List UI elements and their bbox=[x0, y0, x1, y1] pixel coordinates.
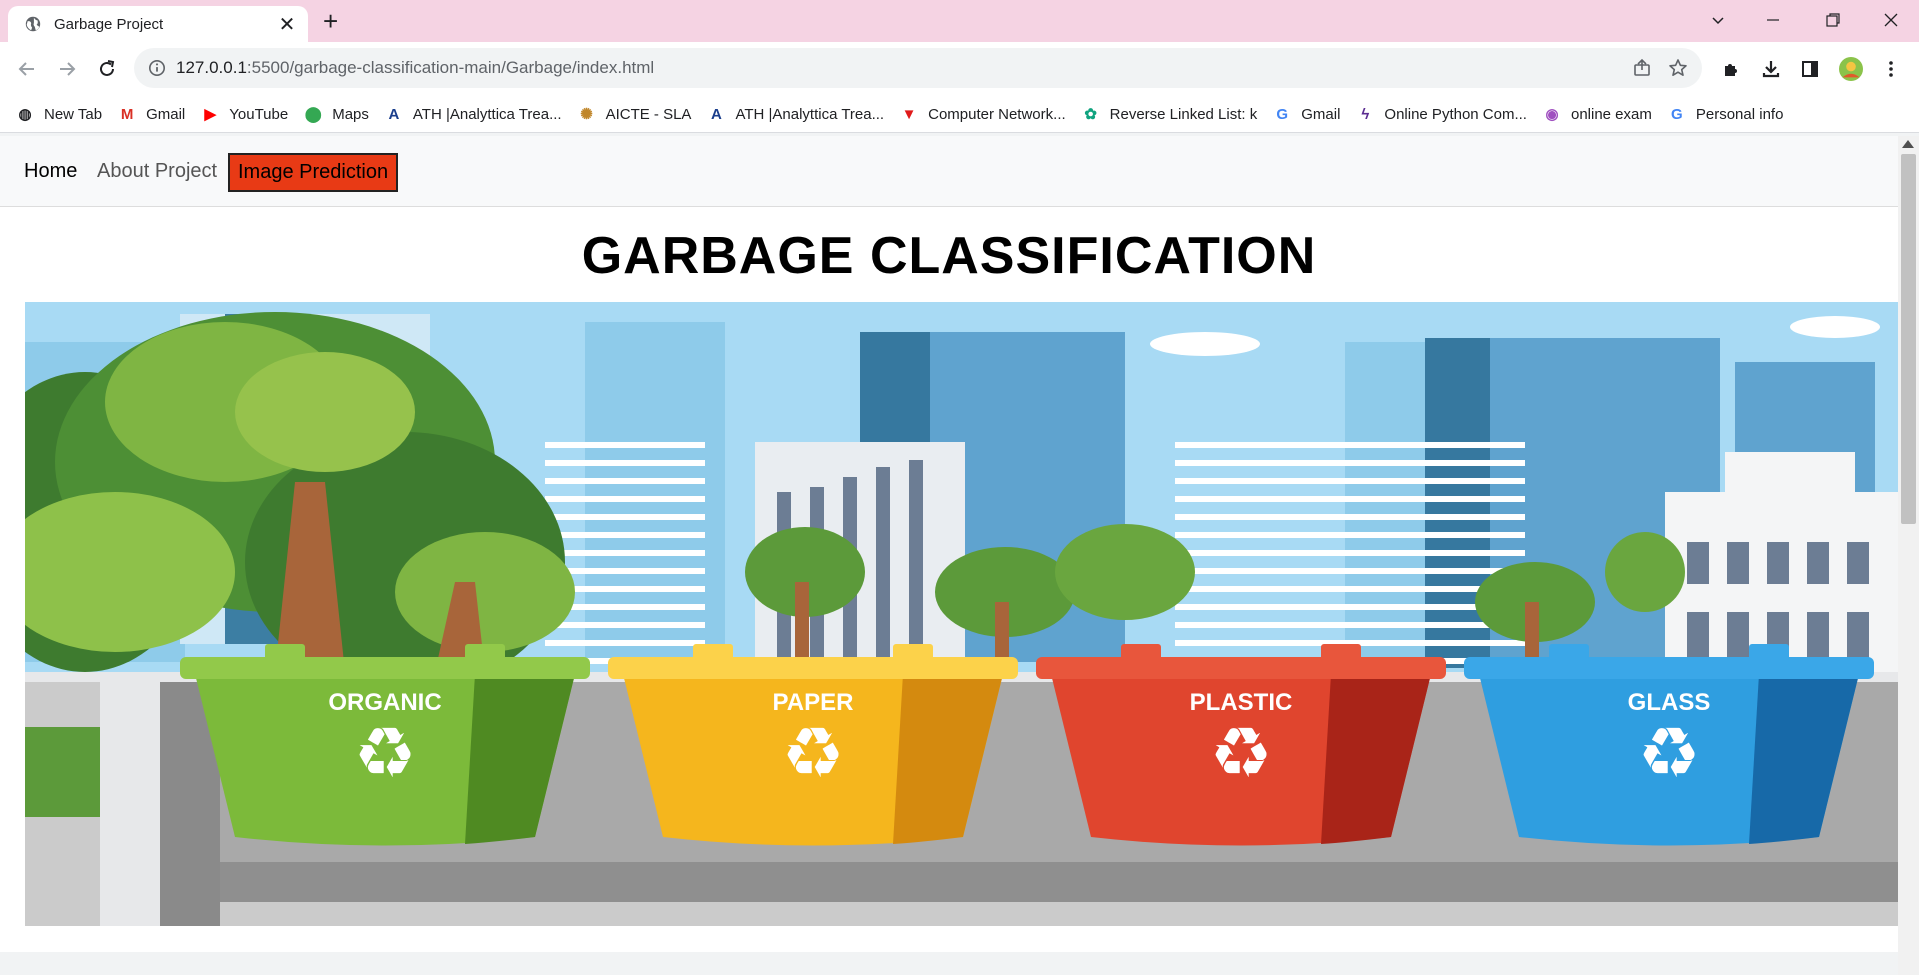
bookmarks-bar: ◍ New Tab M Gmail ▶ YouTube ⬤ Maps A ATH |Analytt… bbox=[0, 96, 1919, 133]
recycle-icon: ♻ bbox=[354, 712, 417, 794]
ath-icon: A bbox=[388, 105, 400, 123]
bookmark-label: Maps bbox=[332, 105, 369, 123]
bookmark-item[interactable]: ▶ YouTube bbox=[201, 105, 289, 124]
page-viewport: Home About Project Image Prediction GARB… bbox=[0, 136, 1898, 975]
recycle-icon: ♻ bbox=[1638, 712, 1701, 794]
downloads-icon[interactable] bbox=[1758, 56, 1784, 82]
back-icon[interactable] bbox=[12, 54, 42, 84]
city-recycling-illustration: ORGANIC♻PAPER♻PLASTIC♻GLASS♻ bbox=[25, 302, 1898, 926]
scroll-up-arrow-icon[interactable] bbox=[1902, 140, 1914, 148]
bookmark-label: Gmail bbox=[146, 105, 186, 123]
bolt-icon: ϟ bbox=[1361, 105, 1370, 123]
nav-about-link[interactable]: About Project bbox=[97, 160, 217, 183]
bookmark-label: YouTube bbox=[229, 105, 289, 123]
google-icon: G bbox=[1671, 105, 1683, 123]
bookmark-item[interactable]: ⬤ Maps bbox=[304, 105, 369, 124]
bookmark-item[interactable]: A ATH |Analyttica Trea... bbox=[385, 105, 562, 123]
triangle-icon: ▼ bbox=[901, 105, 917, 123]
bookmark-item[interactable]: ✺ AICTE - SLA bbox=[578, 105, 692, 124]
browser-tab[interactable]: Garbage Project ✕ bbox=[8, 6, 308, 42]
bookmark-label: Reverse Linked List: k bbox=[1109, 105, 1258, 123]
menu-kebab-icon[interactable] bbox=[1878, 56, 1904, 82]
globe-icon: ◍ bbox=[18, 106, 32, 123]
bookmark-label: ATH |Analyttica Trea... bbox=[412, 105, 562, 123]
recycle-icon: ♻ bbox=[782, 712, 845, 794]
side-panel-icon[interactable] bbox=[1797, 56, 1823, 82]
bookmark-label: New Tab bbox=[44, 105, 103, 123]
bookmark-item[interactable]: ✿ Reverse Linked List: k bbox=[1082, 105, 1258, 124]
close-tab-icon[interactable]: ✕ bbox=[274, 12, 300, 37]
url-text[interactable]: 127.0.0.1:5500/garbage-classification-ma… bbox=[176, 58, 654, 78]
forward-icon[interactable] bbox=[52, 54, 82, 84]
maps-icon: ⬤ bbox=[304, 106, 322, 123]
bin-organic: ORGANIC♻ bbox=[180, 644, 590, 846]
page-footer-strip bbox=[0, 952, 1898, 975]
bookmark-item[interactable]: ▼ Computer Network... bbox=[900, 105, 1066, 123]
bookmark-star-icon[interactable] bbox=[1668, 58, 1688, 78]
bookmark-item[interactable]: A ATH |Analyttica Trea... bbox=[707, 105, 884, 123]
reload-icon[interactable] bbox=[92, 54, 122, 84]
browser-titlebar: Garbage Project ✕ + bbox=[0, 0, 1919, 42]
chatgpt-icon: ✿ bbox=[1084, 106, 1097, 123]
browser-toolbar: 127.0.0.1:5500/garbage-classification-ma… bbox=[0, 42, 1919, 96]
close-window-icon[interactable] bbox=[1868, 0, 1914, 40]
ath-icon: A bbox=[711, 105, 722, 123]
tab-search-icon[interactable] bbox=[1695, 0, 1741, 40]
recycle-icon: ♻ bbox=[1210, 712, 1273, 794]
extensions-icon[interactable] bbox=[1718, 56, 1744, 82]
tab-title: Garbage Project bbox=[54, 15, 164, 33]
address-bar[interactable]: 127.0.0.1:5500/garbage-classification-ma… bbox=[134, 48, 1702, 88]
globe-icon bbox=[25, 16, 41, 32]
google-icon: G bbox=[1276, 105, 1289, 123]
restore-icon[interactable] bbox=[1810, 0, 1856, 40]
nav-image-prediction-button[interactable]: Image Prediction bbox=[228, 153, 399, 192]
bookmark-label: Computer Network... bbox=[928, 105, 1066, 123]
hero-illustration: ORGANIC ♻ PAPER ♻ PLASTIC ♻ GLASS ♻ bbox=[25, 302, 1898, 926]
bookmark-item[interactable]: G Personal info bbox=[1668, 105, 1784, 123]
new-tab-icon[interactable]: + bbox=[323, 8, 338, 34]
site-navbar: Home About Project Image Prediction bbox=[0, 136, 1898, 207]
bookmark-item[interactable]: G Gmail bbox=[1273, 105, 1340, 123]
site-info-icon[interactable] bbox=[148, 59, 166, 77]
gmail-icon: M bbox=[120, 105, 134, 123]
scrollbar-thumb[interactable] bbox=[1901, 154, 1916, 524]
page-title: GARBAGE CLASSIFICATION bbox=[581, 227, 1317, 285]
url-path: :5500/garbage-classification-main/Garbag… bbox=[246, 58, 655, 77]
bookmark-item[interactable]: M Gmail bbox=[118, 105, 185, 123]
page-scrollbar[interactable] bbox=[1898, 136, 1919, 975]
bookmark-item[interactable]: ◉ online exam bbox=[1543, 105, 1652, 124]
minimize-icon[interactable] bbox=[1750, 0, 1796, 40]
pin-icon: ◉ bbox=[1545, 106, 1559, 123]
url-host: 127.0.0.1 bbox=[176, 58, 247, 77]
profile-avatar[interactable] bbox=[1838, 56, 1864, 82]
bin-glass: GLASS♻ bbox=[1464, 644, 1874, 846]
youtube-icon: ▶ bbox=[204, 106, 217, 123]
bookmark-label: Personal info bbox=[1695, 105, 1784, 123]
share-icon[interactable] bbox=[1632, 58, 1652, 78]
bookmark-label: Gmail bbox=[1301, 105, 1341, 123]
bookmark-label: online exam bbox=[1570, 105, 1652, 123]
bookmark-item[interactable]: ϟ Online Python Com... bbox=[1356, 105, 1527, 123]
bin-plastic: PLASTIC♻ bbox=[1036, 644, 1446, 846]
bin-paper: PAPER♻ bbox=[608, 644, 1018, 846]
bookmark-label: AICTE - SLA bbox=[605, 105, 692, 123]
aicte-icon: ✺ bbox=[580, 106, 593, 123]
bookmark-item[interactable]: ◍ New Tab bbox=[16, 105, 103, 124]
bookmark-label: Online Python Com... bbox=[1384, 105, 1527, 123]
nav-home-link[interactable]: Home bbox=[24, 160, 77, 183]
bookmark-label: ATH |Analyttica Trea... bbox=[735, 105, 885, 123]
